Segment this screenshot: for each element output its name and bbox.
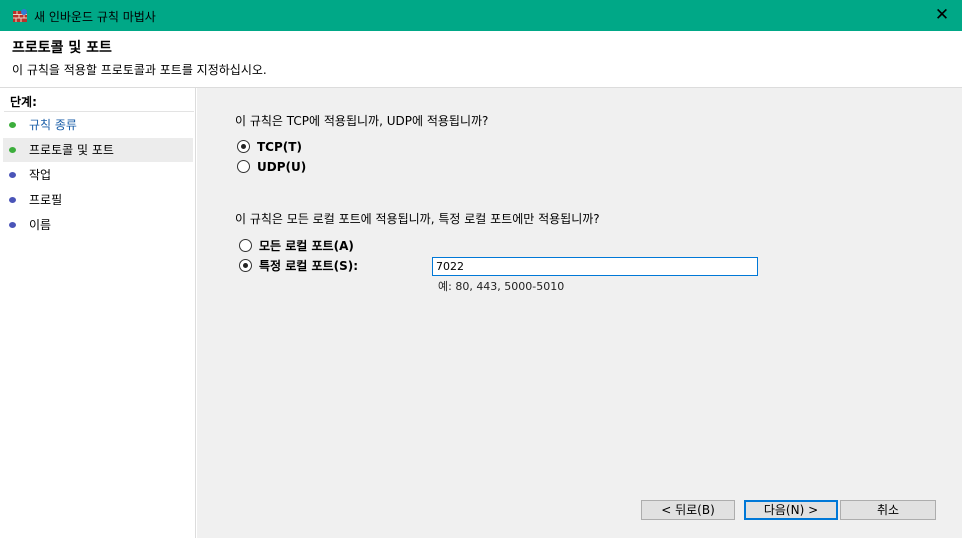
radio-unselected-icon[interactable] [237, 160, 250, 173]
step-pending-icon [9, 222, 16, 228]
window-title: 새 인바운드 규칙 마법사 [34, 10, 156, 24]
step-label: 프로필 [29, 193, 63, 207]
radio-label[interactable]: TCP(T) [257, 139, 302, 155]
local-ports-input[interactable] [432, 257, 758, 276]
step-pending-icon [9, 197, 16, 203]
radio-label[interactable]: UDP(U) [257, 159, 306, 175]
steps-sidebar: 단계: 규칙 종류 프로토콜 및 포트 작업 프로필 이름 [0, 88, 196, 538]
page-header: 프로토콜 및 포트 이 규칙을 적용할 프로토콜과 포트를 지정하십시오. [0, 31, 962, 88]
page-description: 이 규칙을 적용할 프로토콜과 포트를 지정하십시오. [12, 63, 267, 77]
step-label: 이름 [29, 218, 52, 232]
radio-label[interactable]: 모든 로컬 포트(A) [259, 238, 354, 254]
next-button[interactable]: 다음(N) > [744, 500, 838, 520]
port-example-hint: 예: 80, 443, 5000-5010 [438, 280, 565, 293]
step-label: 작업 [29, 168, 52, 182]
title-bar: 새 인바운드 규칙 마법사 ✕ [0, 0, 962, 31]
radio-selected-icon[interactable] [237, 140, 250, 153]
firewall-icon [13, 9, 27, 22]
step-rule-type[interactable]: 규칙 종류 [3, 113, 193, 137]
step-protocol-and-ports[interactable]: 프로토콜 및 포트 [3, 138, 193, 162]
close-button[interactable]: ✕ [922, 0, 962, 31]
step-profile: 프로필 [3, 188, 193, 212]
main-panel: 이 규칙은 TCP에 적용됩니까, UDP에 적용됩니까? TCP(T) UDP… [197, 88, 962, 538]
cancel-button[interactable]: 취소 [840, 500, 936, 520]
step-current-icon [9, 147, 16, 153]
step-complete-icon [9, 122, 16, 128]
radio-unselected-icon[interactable] [239, 239, 252, 252]
radio-selected-icon[interactable] [239, 259, 252, 272]
step-label: 프로토콜 및 포트 [29, 143, 114, 157]
step-label: 규칙 종류 [29, 118, 77, 132]
step-pending-icon [9, 172, 16, 178]
close-icon: ✕ [934, 5, 950, 25]
page-title: 프로토콜 및 포트 [12, 40, 112, 56]
steps-label: 단계: [10, 95, 37, 109]
steps-divider [4, 111, 194, 112]
step-action: 작업 [3, 163, 193, 187]
radio-label[interactable]: 특정 로컬 포트(S): [259, 258, 358, 274]
port-question: 이 규칙은 모든 로컬 포트에 적용됩니까, 특정 로컬 포트에만 적용됩니까? [235, 212, 600, 226]
protocol-question: 이 규칙은 TCP에 적용됩니까, UDP에 적용됩니까? [235, 114, 489, 128]
step-name: 이름 [3, 213, 193, 237]
back-button[interactable]: < 뒤로(B) [641, 500, 735, 520]
